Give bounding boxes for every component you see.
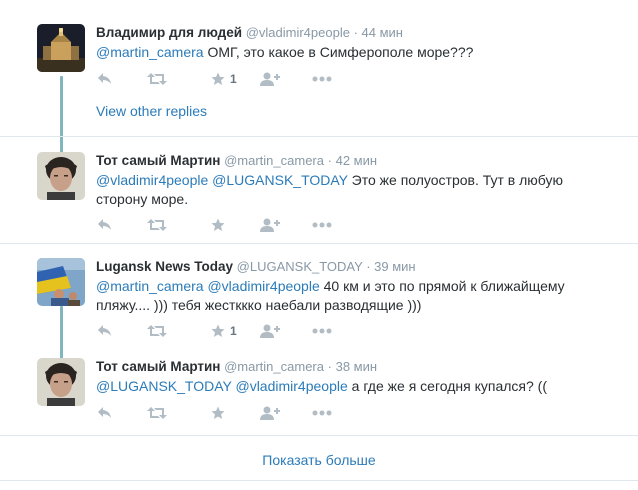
retweet-count: 1: [230, 324, 237, 338]
follow-icon: [260, 72, 280, 86]
follow-icon: [260, 324, 280, 338]
timestamp[interactable]: 39 мин: [374, 259, 415, 274]
tweet-header: Lugansk News Today @LUGANSK_TODAY · 39 м…: [96, 258, 618, 275]
tweet-actions: 1: [96, 322, 376, 340]
divider: [0, 136, 638, 137]
author-username[interactable]: @martin_camera: [224, 153, 324, 168]
separator-dot: ·: [327, 153, 332, 168]
favorite-button[interactable]: [211, 322, 225, 340]
tweet-text-segment: ОМГ, это какое в Симферополе море???: [203, 44, 474, 60]
avatar[interactable]: [37, 24, 85, 72]
timestamp[interactable]: 44 мин: [362, 25, 403, 40]
reply-icon: [97, 218, 113, 232]
reply-button[interactable]: [97, 70, 113, 88]
tweet-text: @LUGANSK_TODAY @vladimir4people а где же…: [96, 377, 618, 396]
tweet-actions: [96, 216, 376, 234]
reply-button[interactable]: [97, 404, 113, 422]
reply-icon: [97, 324, 113, 338]
retweet-icon: [147, 72, 167, 86]
favorite-icon: [211, 72, 225, 86]
divider: [0, 480, 638, 481]
retweet-icon: [147, 218, 167, 232]
retweet-button[interactable]: [147, 70, 167, 88]
tweet-actions: [96, 404, 376, 422]
separator-dot: ·: [353, 25, 358, 40]
avatar[interactable]: [37, 152, 85, 200]
tweet-text: @martin_camera ОМГ, это какое в Симфероп…: [96, 43, 618, 62]
author-username[interactable]: @LUGANSK_TODAY: [237, 259, 363, 274]
mention-link[interactable]: @vladimir4people: [207, 278, 319, 294]
avatar[interactable]: [37, 358, 85, 406]
divider: [0, 435, 638, 436]
tweet-text-segment: а где же я сегодня купался? ((: [347, 378, 547, 394]
favorite-icon: [211, 406, 225, 420]
favorite-button[interactable]: [211, 216, 225, 234]
tweet-header: Владимир для людей @vladimir4people · 44…: [96, 24, 618, 41]
conversation-line: [60, 306, 63, 360]
show-more-link[interactable]: Показать больше: [0, 452, 638, 468]
follow-button[interactable]: [260, 216, 280, 234]
author-username[interactable]: @martin_camera: [224, 359, 324, 374]
more-icon: [312, 76, 332, 82]
tweet-text: @martin_camera @vladimir4people 40 км и …: [96, 277, 618, 315]
favorite-button[interactable]: [211, 404, 225, 422]
mention-link[interactable]: @vladimir4people: [96, 172, 208, 188]
follow-button[interactable]: [260, 404, 280, 422]
retweet-icon: [147, 324, 167, 338]
author-name[interactable]: Владимир для людей: [96, 25, 242, 40]
tweet-actions: 1: [96, 70, 376, 88]
reply-button[interactable]: [97, 216, 113, 234]
more-button[interactable]: [312, 216, 332, 234]
separator-dot: ·: [327, 359, 332, 374]
view-other-replies-link[interactable]: View other replies: [96, 103, 207, 119]
tweet-header: Тот самый Мартин @martin_camera · 42 мин: [96, 152, 618, 169]
follow-button[interactable]: [260, 322, 280, 340]
author-name[interactable]: Lugansk News Today: [96, 259, 233, 274]
tweet-text: @vladimir4people @LUGANSK_TODAY Это же п…: [96, 171, 618, 209]
follow-icon: [260, 218, 280, 232]
separator-dot: ·: [366, 259, 371, 274]
divider: [0, 243, 638, 244]
avatar[interactable]: [37, 258, 85, 306]
reply-button[interactable]: [97, 322, 113, 340]
mention-link[interactable]: @LUGANSK_TODAY: [96, 378, 232, 394]
author-username[interactable]: @vladimir4people: [246, 25, 350, 40]
retweet-button[interactable]: [147, 216, 167, 234]
timestamp[interactable]: 38 мин: [336, 359, 377, 374]
favorite-button[interactable]: [211, 70, 225, 88]
more-button[interactable]: [312, 404, 332, 422]
tweet-header: Тот самый Мартин @martin_camera · 38 мин: [96, 358, 618, 375]
conversation-line: [60, 76, 63, 154]
more-icon: [312, 410, 332, 416]
author-name[interactable]: Тот самый Мартин: [96, 153, 220, 168]
more-icon: [312, 328, 332, 334]
reply-icon: [97, 406, 113, 420]
retweet-button[interactable]: [147, 404, 167, 422]
mention-link[interactable]: @vladimir4people: [235, 378, 347, 394]
timestamp[interactable]: 42 мин: [336, 153, 377, 168]
mention-link[interactable]: @martin_camera: [96, 44, 204, 60]
retweet-count: 1: [230, 72, 237, 86]
favorite-icon: [211, 324, 225, 338]
follow-icon: [260, 406, 280, 420]
favorite-icon: [211, 218, 225, 232]
author-name[interactable]: Тот самый Мартин: [96, 359, 220, 374]
retweet-icon: [147, 406, 167, 420]
follow-button[interactable]: [260, 70, 280, 88]
more-icon: [312, 222, 332, 228]
reply-icon: [97, 72, 113, 86]
mention-link[interactable]: @martin_camera: [96, 278, 204, 294]
more-button[interactable]: [312, 322, 332, 340]
mention-link[interactable]: @LUGANSK_TODAY: [212, 172, 348, 188]
more-button[interactable]: [312, 70, 332, 88]
retweet-button[interactable]: [147, 322, 167, 340]
